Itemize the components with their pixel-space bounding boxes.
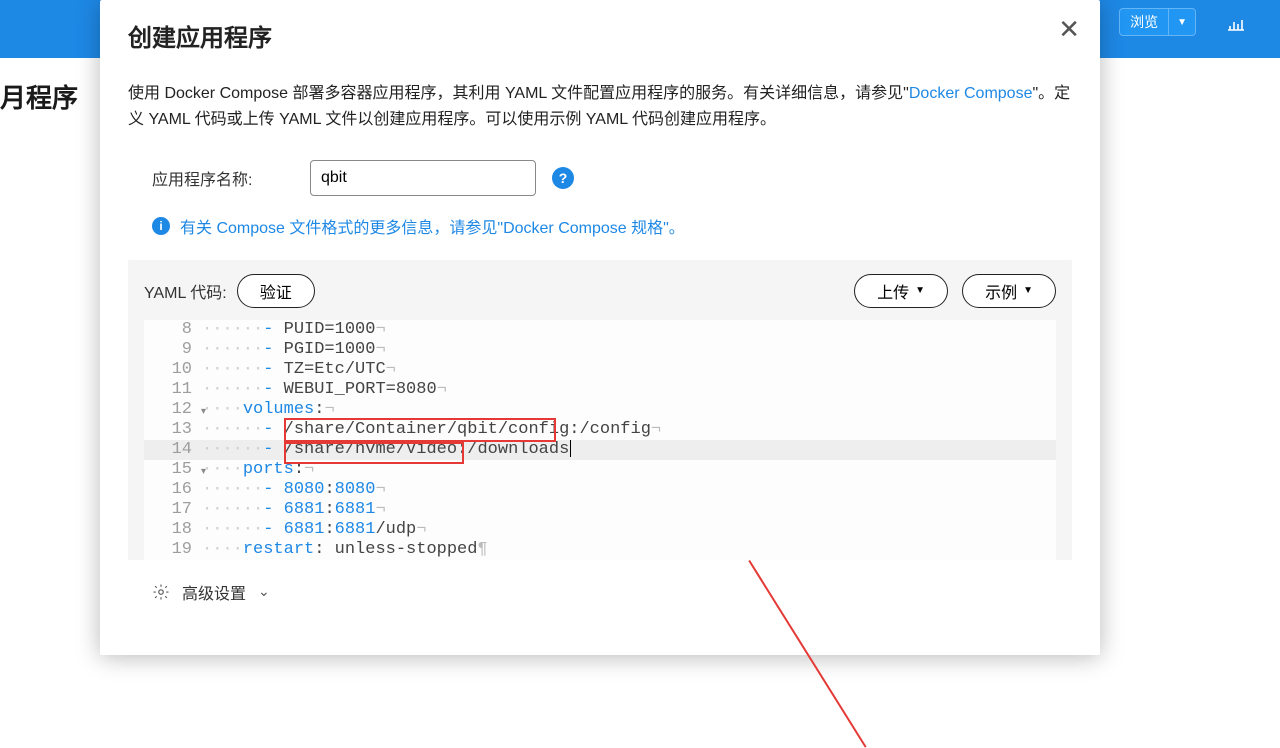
example-button-label: 示例 bbox=[985, 279, 1017, 303]
code-line: 10 ······- TZ=Etc/UTC¬ bbox=[144, 360, 1056, 380]
browse-button[interactable]: 浏览 ▼ bbox=[1119, 8, 1196, 36]
example-button[interactable]: 示例 ▼ bbox=[962, 274, 1056, 308]
browse-button-label: 浏览 bbox=[1120, 9, 1169, 35]
compose-spec-link[interactable]: Docker Compose 规格 bbox=[503, 220, 663, 237]
line-number: 18 bbox=[144, 520, 202, 540]
app-name-row: 应用程序名称: ? bbox=[128, 160, 1072, 196]
line-number: 9 bbox=[144, 340, 202, 360]
page-heading-fragment: 月程序 bbox=[0, 78, 78, 115]
advanced-settings-toggle[interactable]: 高级设置 ⌄ bbox=[128, 580, 1072, 604]
gear-icon bbox=[152, 583, 170, 601]
advanced-settings-label: 高级设置 bbox=[182, 580, 246, 604]
line-number: 13 bbox=[144, 420, 202, 440]
yaml-header: YAML 代码: 验证 上传 ▼ 示例 ▼ bbox=[144, 274, 1056, 308]
info-text-post: "。 bbox=[663, 220, 685, 237]
code-line-active: 14 ······- /share/nvme/Video:/downloads bbox=[144, 440, 1056, 460]
docker-compose-link[interactable]: Docker Compose bbox=[909, 85, 1033, 102]
desc-text-pre: 使用 Docker Compose 部署多容器应用程序，其利用 YAML 文件配… bbox=[128, 85, 909, 102]
line-number: 17 bbox=[144, 500, 202, 520]
code-line: 11 ······- WEBUI_PORT=8080¬ bbox=[144, 380, 1056, 400]
text-cursor bbox=[570, 440, 571, 457]
validate-button[interactable]: 验证 bbox=[237, 274, 315, 308]
upload-button[interactable]: 上传 ▼ bbox=[854, 274, 948, 308]
code-line: 15▾ ····ports:¬ bbox=[144, 460, 1056, 480]
upload-button-label: 上传 bbox=[877, 279, 909, 303]
chevron-down-icon: ▼ bbox=[1023, 285, 1033, 296]
line-number: 12▾ bbox=[144, 400, 202, 420]
close-icon[interactable]: ✕ bbox=[1058, 16, 1080, 42]
compose-spec-info: 有关 Compose 文件格式的更多信息，请参见"Docker Compose … bbox=[128, 214, 1072, 238]
help-icon[interactable]: ? bbox=[552, 167, 574, 189]
code-line: 12▾ ····volumes:¬ bbox=[144, 400, 1056, 420]
code-line: 13 ······- /share/Container/qbit/config:… bbox=[144, 420, 1056, 440]
chevron-down-icon: ▼ bbox=[915, 285, 925, 296]
line-number: 15▾ bbox=[144, 460, 202, 480]
yaml-editor[interactable]: 8 ······- PUID=1000¬ 9 ······- PGID=1000… bbox=[144, 320, 1056, 560]
code-line: 19 ····restart: unless-stopped¶ bbox=[144, 540, 1056, 560]
code-line: 17 ······- 6881:6881¬ bbox=[144, 500, 1056, 520]
line-number: 11 bbox=[144, 380, 202, 400]
modal-title: 创建应用程序 bbox=[128, 18, 1072, 53]
line-number: 16 bbox=[144, 480, 202, 500]
line-number: 8 bbox=[144, 320, 202, 340]
info-text-pre: 有关 Compose 文件格式的更多信息，请参见" bbox=[180, 220, 503, 237]
code-line: 18 ······- 6881:6881/udp¬ bbox=[144, 520, 1056, 540]
modal-description: 使用 Docker Compose 部署多容器应用程序，其利用 YAML 文件配… bbox=[128, 81, 1072, 134]
app-name-input[interactable] bbox=[310, 160, 536, 196]
line-number: 10 bbox=[144, 360, 202, 380]
line-number: 14 bbox=[144, 440, 202, 460]
yaml-label: YAML 代码: bbox=[144, 279, 227, 303]
code-line: 16 ······- 8080:8080¬ bbox=[144, 480, 1056, 500]
create-app-modal: ✕ 创建应用程序 使用 Docker Compose 部署多容器应用程序，其利用… bbox=[100, 0, 1100, 655]
code-line: 8 ······- PUID=1000¬ bbox=[144, 320, 1056, 340]
code-line: 9 ······- PGID=1000¬ bbox=[144, 340, 1056, 360]
chevron-down-icon[interactable]: ▼ bbox=[1169, 17, 1195, 28]
yaml-panel: YAML 代码: 验证 上传 ▼ 示例 ▼ 8 ······- PUID=1000¬… bbox=[128, 260, 1072, 560]
info-icon bbox=[152, 217, 170, 235]
app-menu-icon[interactable] bbox=[1224, 10, 1248, 34]
app-name-label: 应用程序名称: bbox=[128, 166, 310, 190]
line-number: 19 bbox=[144, 540, 202, 560]
chevron-down-icon: ⌄ bbox=[258, 583, 270, 600]
validate-button-label: 验证 bbox=[260, 279, 292, 303]
